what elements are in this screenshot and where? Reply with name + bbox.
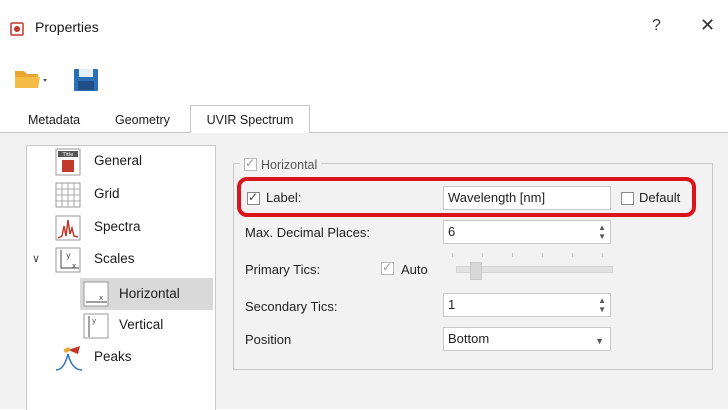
position-dropdown[interactable]: Bottom ▼ [443,327,611,351]
spin-up-icon[interactable]: ▲ [598,297,606,305]
tree-item-general[interactable]: Title General [28,148,188,176]
spin-down-icon[interactable]: ▼ [598,233,606,241]
properties-app-icon [10,22,24,36]
tab-geometry[interactable]: Geometry [115,108,170,132]
slider-tick [512,253,513,257]
auto-checkbox[interactable] [381,260,394,275]
max-decimal-value: 6 [448,224,456,239]
tree-item-vertical[interactable]: y Vertical [80,312,213,340]
position-label: Position [245,332,292,347]
svg-text:y: y [92,317,96,325]
chevron-down-icon: ▼ [595,336,604,346]
max-decimal-label: Max. Decimal Places: [245,225,370,240]
tree-label: General [94,153,143,168]
x-axis-icon: x [83,281,109,307]
tree-item-spectra[interactable]: Spectra [28,214,188,242]
tree-item-scales[interactable]: y x Scales [28,246,188,274]
max-decimal-spinbox[interactable]: 6 ▲ ▼ [443,220,611,244]
tree-label: Horizontal [119,286,180,301]
grid-icon [55,182,81,208]
slider-tick [452,253,453,257]
svg-text:Title: Title [62,152,74,158]
tab-uvir-spectrum[interactable]: UVIR Spectrum [190,105,310,133]
folder-open-icon[interactable] [14,66,48,90]
floppy-save-icon[interactable] [72,67,100,93]
title-bar [0,0,728,56]
slider-tick [572,253,573,257]
scales-icon: y x [55,247,81,273]
tree-label: Vertical [119,317,164,332]
svg-text:x: x [72,262,76,270]
group-title-text: Horizontal [261,158,318,172]
slider-tick [482,253,483,257]
secondary-tics-value: 1 [448,297,456,312]
title-icon: Title [55,148,81,176]
primary-tics-label: Primary Tics: [245,262,321,277]
tree-label: Grid [94,186,120,201]
position-value: Bottom [448,331,490,346]
horizontal-group-title: Horizontal [240,156,322,172]
tree-label: Scales [94,251,135,266]
secondary-tics-spinbox[interactable]: 1 ▲ ▼ [443,293,611,317]
spin-down-icon[interactable]: ▼ [598,306,606,314]
slider-tick [542,253,543,257]
tree-label: Spectra [94,219,141,234]
spin-up-icon[interactable]: ▲ [598,224,606,232]
tree-item-peaks[interactable]: Peaks [28,344,188,372]
svg-text:y: y [66,251,71,260]
tree-item-horizontal[interactable]: x Horizontal [80,278,213,310]
window-title: Properties [35,19,99,35]
spectra-icon [55,215,81,241]
tree-item-grid[interactable]: Grid [28,181,188,209]
highlight-annotation [237,177,696,217]
close-button[interactable]: ✕ [700,15,715,36]
y-axis-icon: y [83,313,109,339]
secondary-tics-label: Secondary Tics: [245,299,338,314]
slider-tick [602,253,603,257]
help-button[interactable]: ? [652,17,661,35]
svg-text:x: x [99,294,103,302]
tab-metadata[interactable]: Metadata [28,108,80,132]
slider-thumb[interactable] [470,262,482,280]
peaks-icon [55,346,83,371]
group-checkbox[interactable] [244,156,257,171]
auto-label: Auto [401,262,428,277]
tree-label: Peaks [94,349,132,364]
